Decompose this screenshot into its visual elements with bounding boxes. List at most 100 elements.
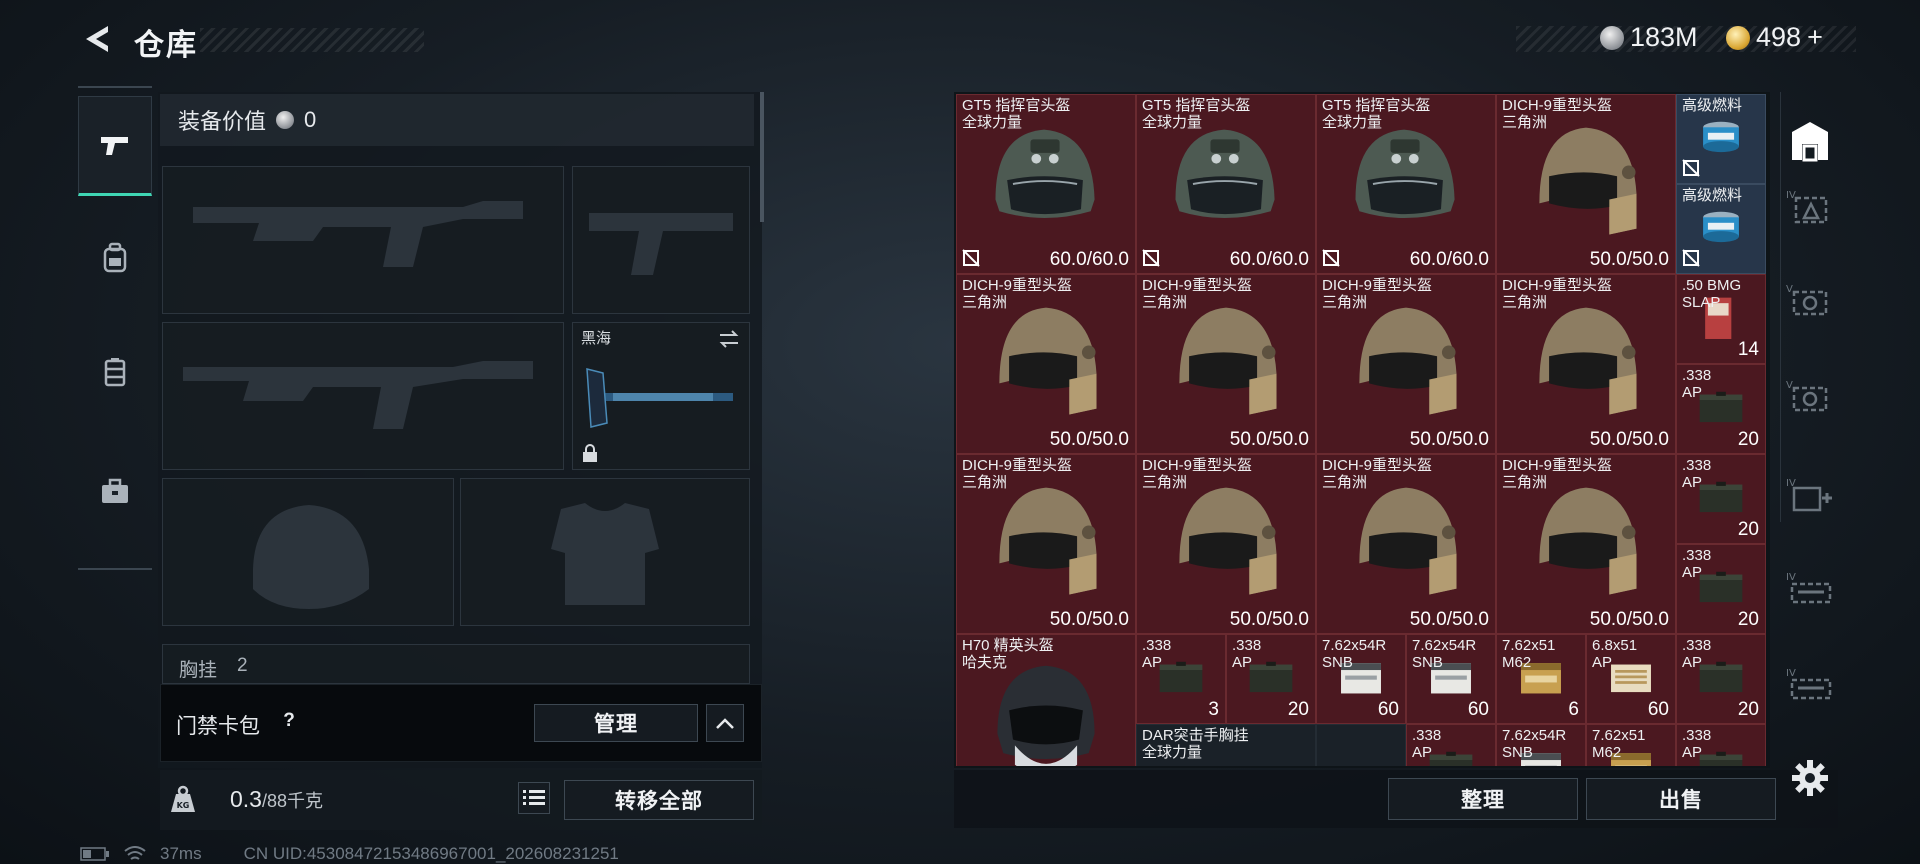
helmet-item[interactable]: DICH-9重型头盔 三角洲 50.0/50.0 — [1496, 94, 1676, 274]
inventory-item[interactable]: .50 BMG SLAP 14 — [1676, 274, 1766, 364]
storage-grid: GT5 指挥官头盔 全球力量 60.0/60.0 GT5 指挥官头盔 全球力量 60.0/… — [956, 94, 1766, 766]
silver-currency[interactable]: 183M — [1600, 22, 1698, 53]
item-name-line1: DAR突击手胸挂 — [1142, 727, 1249, 744]
item-name: 高级燃料 — [1682, 187, 1742, 204]
armor-slot[interactable] — [460, 478, 750, 626]
transfer-all-button[interactable]: 转移全部 — [564, 780, 754, 820]
inventory-item[interactable]: .338 AP 3 — [1136, 634, 1226, 724]
lock-icon — [583, 444, 597, 462]
svg-text:V: V — [1786, 380, 1793, 391]
item-name: DICH-9重型头盔 三角洲 — [1142, 277, 1252, 311]
helmet-item[interactable]: DICH-9重型头盔 三角洲 50.0/50.0 — [1496, 454, 1676, 634]
gold-add-icon[interactable]: + — [1807, 22, 1823, 53]
helmet-item[interactable]: DICH-9重型头盔 三角洲 50.0/50.0 — [1136, 274, 1316, 454]
tab-weapons[interactable] — [78, 96, 152, 196]
helmet-item[interactable]: DICH-9重型头盔 三角洲 50.0/50.0 — [1136, 454, 1316, 634]
title-decoration — [200, 28, 424, 52]
item-name-line1: DICH-9重型头盔 — [1502, 97, 1613, 114]
item-name-line2: 三角洲 — [1142, 474, 1188, 491]
sort-button[interactable]: 整理 — [1388, 778, 1578, 820]
item-name-line2: SNB — [1322, 654, 1353, 671]
item-name-line2: AP — [1682, 654, 1703, 671]
tab-case[interactable] — [78, 442, 152, 542]
helmet-item[interactable]: GT5 指挥官头盔 全球力量 60.0/60.0 — [956, 94, 1136, 274]
item-name: DICH-9重型头盔 三角洲 — [1502, 97, 1612, 131]
tab-chest-rig[interactable] — [78, 322, 152, 422]
item-name-line1: 6.8x51 — [1592, 637, 1638, 654]
item-name-line1: 7.62x54R — [1412, 637, 1477, 654]
sell-button[interactable]: 出售 — [1586, 778, 1776, 820]
item-count: 60.0/60.0 — [1409, 249, 1489, 270]
item-name: GT5 指挥官头盔 全球力量 — [1322, 97, 1430, 131]
back-icon[interactable] — [80, 22, 114, 56]
inventory-item[interactable]: 7.62x54R SNB 60 — [1316, 634, 1406, 724]
weapon-iv2-icon[interactable]: IV — [1784, 662, 1836, 710]
item-name: DICH-9重型头盔 三角洲 — [962, 457, 1072, 491]
item-name: .338 AP — [1142, 637, 1171, 671]
inventory-item[interactable]: 6.8x51 AP 60 — [1586, 634, 1676, 724]
inventory-item[interactable]: .338 AP — [1676, 724, 1766, 766]
inventory-item[interactable]: .338 AP 20 — [1676, 544, 1766, 634]
inventory-item[interactable]: 高级燃料 — [1676, 184, 1766, 274]
item-name-line2: AP — [1142, 654, 1163, 671]
item-name-line2: AP — [1682, 384, 1703, 401]
item-name: .338 AP — [1232, 637, 1261, 671]
empty-slot[interactable] — [1316, 724, 1406, 766]
inventory-item[interactable]: 7.62x54R SNB 60 — [1406, 634, 1496, 724]
inventory-item[interactable]: 高级燃料 — [1676, 94, 1766, 184]
helmet-item[interactable]: DICH-9重型头盔 三角洲 50.0/50.0 — [1316, 274, 1496, 454]
item-name: .338 AP — [1682, 637, 1711, 671]
helmet-item[interactable]: DICH-9重型头盔 三角洲 50.0/50.0 — [956, 274, 1136, 454]
helmet-item[interactable]: DICH-9重型头盔 三角洲 50.0/50.0 — [1496, 274, 1676, 454]
weapon-iv-icon[interactable]: IV — [1784, 566, 1836, 614]
helmet-item[interactable]: GT5 指挥官头盔 全球力量 60.0/60.0 — [1136, 94, 1316, 274]
helmet-item[interactable]: GT5 指挥官头盔 全球力量 60.0/60.0 — [1316, 94, 1496, 274]
inventory-item[interactable]: 7.62x51 M62 — [1586, 724, 1676, 766]
inventory-item[interactable]: .338 AP — [1406, 724, 1496, 766]
weight-max: /88千克 — [261, 791, 324, 811]
container-v2-icon[interactable]: V — [1784, 374, 1836, 422]
inventory-item[interactable]: .338 AP 20 — [1676, 454, 1766, 544]
svg-text:V: V — [1786, 284, 1793, 295]
item-count: 60 — [1377, 699, 1399, 720]
helmet-slot[interactable] — [162, 478, 454, 626]
chest-rig-item[interactable]: DAR突击手胸挂 全球力量 — [1136, 724, 1316, 766]
medkit-iv-icon[interactable]: IV — [1784, 472, 1836, 520]
item-count: 20 — [1287, 699, 1309, 720]
manage-button[interactable]: 管理 — [534, 704, 698, 742]
svg-text:IV: IV — [1786, 668, 1796, 679]
list-icon[interactable] — [518, 782, 550, 814]
gold-currency[interactable]: 498 + — [1726, 22, 1823, 53]
container-v-icon[interactable]: V — [1784, 278, 1836, 326]
inventory-item[interactable]: .338 AP 20 — [1676, 634, 1766, 724]
battery-icon — [80, 847, 109, 861]
sidearm-slot[interactable] — [572, 166, 750, 314]
primary-weapon-slot[interactable] — [162, 166, 564, 314]
carry-weight: 0.3/88千克 — [230, 786, 323, 813]
item-name-line1: .338 — [1682, 637, 1712, 654]
item-name-line1: DICH-9重型头盔 — [962, 277, 1073, 294]
helmet-item[interactable]: DICH-9重型头盔 三角洲 50.0/50.0 — [956, 454, 1136, 634]
tab-backpack[interactable] — [78, 208, 152, 308]
chest-rig-slot[interactable]: 胸挂 2 — [162, 644, 750, 684]
item-name: 7.62x54R SNB — [1412, 637, 1476, 671]
melee-slot[interactable]: 黑海 — [572, 322, 750, 470]
no-insure-icon — [1142, 249, 1160, 267]
secondary-weapon-slot[interactable] — [162, 322, 564, 470]
item-name-line2: AP — [1682, 474, 1703, 491]
inventory-item[interactable]: 7.62x51 M62 6 — [1496, 634, 1586, 724]
gear-icon[interactable] — [1790, 758, 1830, 798]
item-name-line2: 全球力量 — [962, 114, 1023, 131]
vault-icon[interactable] — [1784, 118, 1836, 166]
inventory-item[interactable]: .338 AP 20 — [1676, 364, 1766, 454]
rifle-placeholder-icon — [183, 361, 533, 429]
helmet-item[interactable]: H70 精英头盔 哈夫克 — [956, 634, 1136, 766]
inventory-item[interactable]: .338 AP 20 — [1226, 634, 1316, 724]
inventory-item[interactable]: 7.62x54R SNB — [1496, 724, 1586, 766]
helmet-item[interactable]: DICH-9重型头盔 三角洲 50.0/50.0 — [1316, 454, 1496, 634]
container-iv-icon[interactable]: IV — [1784, 184, 1836, 232]
panel-scrollbar[interactable] — [760, 92, 764, 222]
help-icon[interactable]: ? — [276, 710, 302, 736]
svg-text:IV: IV — [1786, 190, 1796, 201]
chevron-up-icon[interactable] — [706, 704, 744, 742]
